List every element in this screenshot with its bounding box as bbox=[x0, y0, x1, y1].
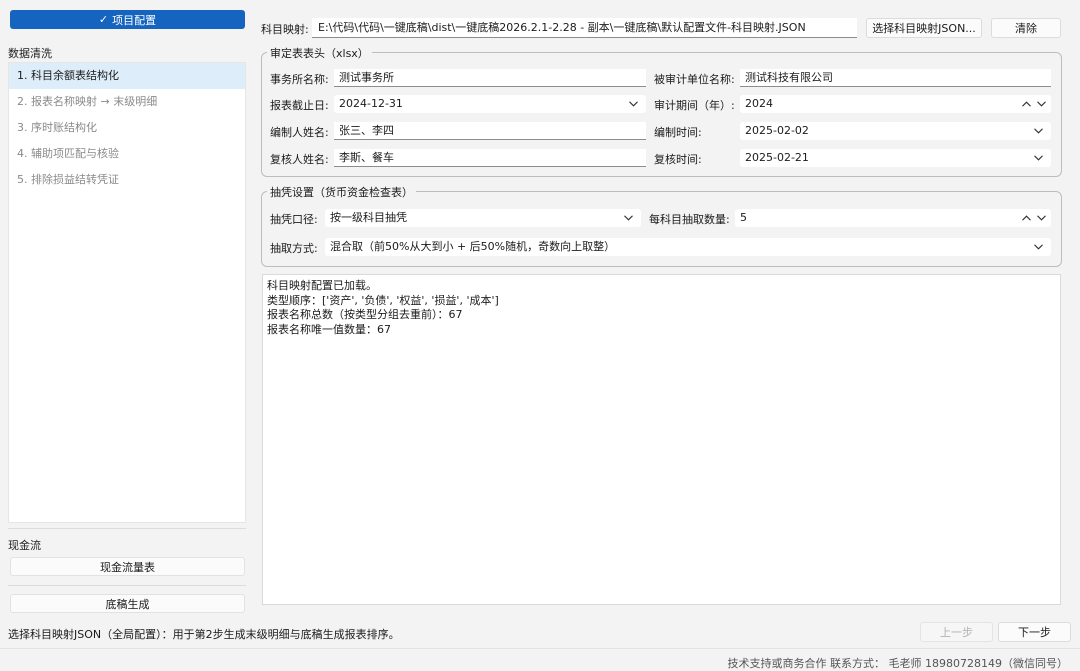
sampling-scope-select[interactable]: 按一级科目抽凭 bbox=[325, 209, 641, 227]
step-item-2[interactable]: 2. 报表名称映射 → 末级明细 bbox=[9, 89, 245, 115]
prep-time-label: 编制时间: bbox=[654, 126, 702, 139]
chevron-down-icon[interactable] bbox=[1031, 149, 1045, 167]
chevron-down-icon[interactable] bbox=[626, 95, 640, 113]
project-config-label: 项目配置 bbox=[112, 13, 157, 27]
review-time-label: 复核时间: bbox=[654, 153, 702, 166]
data-cleaning-heading: 数据清洗 bbox=[8, 47, 52, 60]
prep-time-value: 2025-02-02 bbox=[745, 124, 809, 137]
sampling-method-value: 混合取（前50%从大到小 + 后50%随机，奇数向上取整） bbox=[330, 240, 616, 253]
sampling-scope-label: 抽凭口径: bbox=[270, 213, 318, 226]
prev-step-button[interactable]: 上一步 bbox=[920, 622, 993, 642]
chevron-down-icon[interactable] bbox=[1031, 238, 1045, 256]
log-line: 科目映射配置已加载。 bbox=[267, 279, 377, 292]
step-item-1[interactable]: 1. 科目余额表结构化 bbox=[9, 63, 245, 89]
checkmark-icon: ✓ bbox=[98, 13, 109, 26]
audited-entity-input[interactable]: 测试科技有限公司 bbox=[740, 69, 1051, 87]
cashflow-heading: 现金流 bbox=[8, 539, 41, 552]
audit-header-title: 审定表表头（xlsx） bbox=[267, 45, 372, 61]
draft-generation-label: 底稿生成 bbox=[105, 597, 150, 611]
log-line: 报表名称唯一值数量：67 bbox=[267, 322, 391, 336]
chevron-down-icon[interactable] bbox=[621, 209, 635, 227]
select-mapping-json-button[interactable]: 选择科目映射JSON... bbox=[866, 18, 982, 38]
chevron-down-icon[interactable] bbox=[1034, 95, 1048, 113]
log-line: 类型顺序：['资产', '负债', '权益', '损益', '成本'] bbox=[267, 293, 499, 307]
cashflow-statement-label: 现金流量表 bbox=[100, 560, 155, 574]
sampling-scope-value: 按一级科目抽凭 bbox=[330, 211, 407, 224]
step-item-4[interactable]: 4. 辅助项匹配与核验 bbox=[9, 141, 245, 167]
sampling-method-label: 抽取方式: bbox=[270, 242, 318, 255]
prep-time-picker[interactable]: 2025-02-02 bbox=[740, 122, 1051, 140]
audit-period-label: 审计期间（年）: bbox=[654, 99, 735, 112]
review-time-value: 2025-02-21 bbox=[745, 151, 809, 164]
sampling-method-select[interactable]: 混合取（前50%从大到小 + 后50%随机，奇数向上取整） bbox=[325, 238, 1051, 256]
select-mapping-json-label: 选择科目映射JSON... bbox=[872, 22, 976, 35]
report-date-picker[interactable]: 2024-12-31 bbox=[334, 95, 646, 113]
next-step-label: 下一步 bbox=[1018, 626, 1051, 639]
review-time-picker[interactable]: 2025-02-21 bbox=[740, 149, 1051, 167]
reviewer-label: 复核人姓名: bbox=[270, 153, 329, 166]
draft-generation-button[interactable]: 底稿生成 bbox=[10, 594, 245, 613]
clear-label: 清除 bbox=[1015, 22, 1037, 35]
step-list: 1. 科目余额表结构化 2. 报表名称映射 → 末级明细 3. 序时账结构化 4… bbox=[8, 62, 246, 523]
chevron-down-icon[interactable] bbox=[1034, 209, 1048, 227]
cashflow-statement-button[interactable]: 现金流量表 bbox=[10, 557, 245, 576]
step-item-5[interactable]: 5. 排除损益结转凭证 bbox=[9, 167, 245, 193]
sidebar-divider-2 bbox=[8, 585, 246, 586]
audit-period-value: 2024 bbox=[745, 97, 773, 110]
prev-step-label: 上一步 bbox=[940, 626, 973, 639]
clear-button[interactable]: 清除 bbox=[991, 18, 1061, 38]
next-step-button[interactable]: 下一步 bbox=[998, 622, 1071, 642]
log-output[interactable]: 科目映射配置已加载。 类型顺序：['资产', '负债', '权益', '损益',… bbox=[262, 274, 1061, 605]
mapping-label: 科目映射: bbox=[261, 23, 309, 36]
sample-count-value: 5 bbox=[740, 211, 747, 224]
chevron-down-icon[interactable] bbox=[1031, 122, 1045, 140]
footer-contact: 技术支持或商务合作 联系方式： 毛老师 18980728149（微信同号） bbox=[727, 657, 1068, 670]
step-item-3[interactable]: 3. 序时账结构化 bbox=[9, 115, 245, 141]
sample-count-spinbox[interactable]: 5 bbox=[735, 209, 1051, 227]
sidebar-divider bbox=[8, 528, 246, 529]
chevron-up-icon[interactable] bbox=[1019, 209, 1033, 227]
report-date-label: 报表截止日: bbox=[270, 99, 329, 112]
reviewer-input[interactable]: 李斯、餐车 bbox=[334, 149, 646, 167]
preparer-label: 编制人姓名: bbox=[270, 126, 329, 139]
firm-name-label: 事务所名称: bbox=[270, 73, 329, 86]
sampling-title: 抽凭设置（货币资金检查表） bbox=[267, 184, 416, 200]
log-line: 报表名称总数（按类型分组去重前）：67 bbox=[267, 308, 463, 321]
firm-name-input[interactable]: 测试事务所 bbox=[334, 69, 646, 87]
preparer-input[interactable]: 张三、李四 bbox=[334, 122, 646, 140]
audited-entity-label: 被审计单位名称: bbox=[654, 73, 735, 86]
sample-count-label: 每科目抽取数量: bbox=[649, 213, 730, 226]
hint-text: 选择科目映射JSON（全局配置）：用于第2步生成末级明细与底稿生成报表排序。 bbox=[8, 628, 400, 641]
status-divider bbox=[0, 648, 1080, 649]
chevron-up-icon[interactable] bbox=[1019, 95, 1033, 113]
audit-period-spinbox[interactable]: 2024 bbox=[740, 95, 1051, 113]
project-config-button[interactable]: ✓ 项目配置 bbox=[10, 10, 245, 29]
report-date-value: 2024-12-31 bbox=[339, 97, 403, 110]
mapping-path-field[interactable]: E:\代码\代码\一键底稿\dist\一键底稿2026.2.1-2.28 - 副… bbox=[312, 18, 857, 38]
